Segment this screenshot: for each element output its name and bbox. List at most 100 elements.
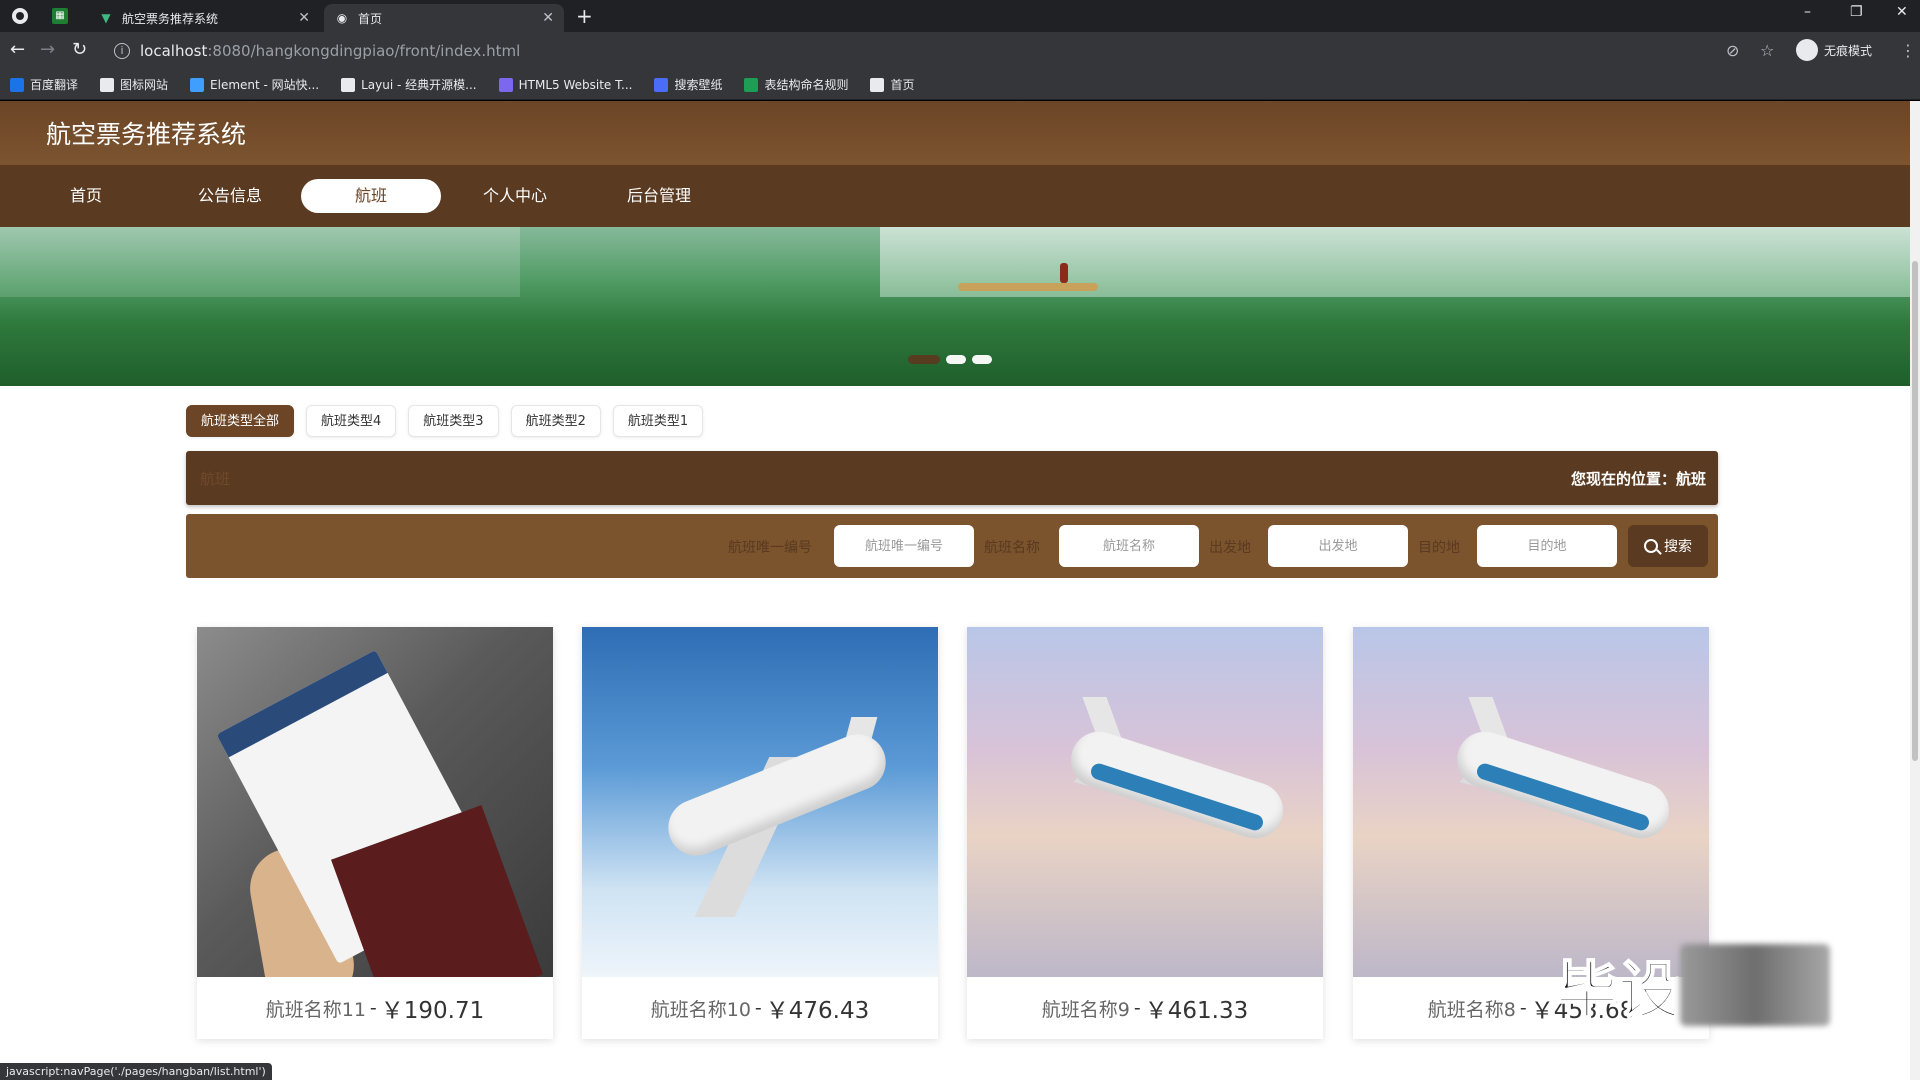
flight-card[interactable]: 航班名称11 - ￥190.71 [197, 627, 553, 1039]
type-tab-all[interactable]: 航班类型全部 [186, 405, 295, 437]
flight-name: 航班名称11 [265, 998, 366, 1021]
close-icon[interactable]: ✕ [542, 10, 554, 26]
minimize-button[interactable]: – [1804, 4, 1811, 20]
eye-off-icon[interactable]: ⊘ [1726, 41, 1739, 60]
boarding-pass-image[interactable] [197, 627, 553, 977]
separator: - [1133, 997, 1141, 1019]
bookmark-label: 图标网站 [120, 78, 169, 92]
reload-icon[interactable]: ↻ [72, 40, 87, 60]
bookmark-item[interactable]: HTML5 Website T... [498, 77, 632, 92]
bookmark-item[interactable]: 图标网站 [100, 76, 168, 93]
browser-tab-2[interactable]: ◉ 首页 ✕ [324, 4, 564, 32]
back-arrow-icon[interactable]: ← [10, 40, 25, 60]
destination-input[interactable] [1477, 525, 1617, 567]
flag-icon [100, 77, 115, 92]
star-icon[interactable]: ☆ [1760, 41, 1774, 60]
search-icon [1644, 539, 1658, 553]
card-caption: 航班名称10 - ￥476.43 [582, 977, 938, 1039]
spreadsheet-tab-icon[interactable]: ▦ [52, 8, 68, 24]
html5-icon [498, 77, 513, 92]
bookmark-label: 百度翻译 [30, 78, 79, 92]
carousel-dot[interactable] [972, 355, 992, 364]
restore-button[interactable]: ❐ [1850, 4, 1863, 20]
flight-card[interactable]: 航班名称10 - ￥476.43 [582, 627, 938, 1039]
bookmark-item[interactable]: 表结构命名规则 [744, 76, 848, 93]
separator: - [754, 997, 762, 1019]
watermark: 毕设 [1555, 940, 1831, 1030]
bookmark-item[interactable]: Element - 网站快... [190, 76, 319, 93]
flight-name-input[interactable] [1059, 525, 1199, 567]
bookmark-item[interactable]: 首页 [870, 76, 915, 93]
nav-item-flights[interactable]: 航班 [301, 179, 441, 213]
bookmarks-bar: 百度翻译 图标网站 Element - 网站快... Layui - 经典开源模...… [0, 70, 1920, 100]
airplane-image[interactable] [1353, 627, 1709, 977]
departure-label: 出发地 [1209, 540, 1251, 556]
page-scrollbar[interactable] [1910, 101, 1920, 1080]
url-host: localhost [140, 42, 208, 60]
search-button-label: 搜索 [1664, 539, 1692, 555]
type-tab-3[interactable]: 航班类型3 [408, 405, 499, 437]
bookmark-label: 搜索壁纸 [674, 78, 723, 92]
departure-input[interactable] [1268, 525, 1408, 567]
flight-name: 航班名称10 [650, 998, 751, 1021]
element-icon [190, 77, 205, 92]
destination-label: 目的地 [1418, 540, 1460, 556]
carousel-dot[interactable] [908, 355, 940, 364]
window-close-button[interactable]: ✕ [1896, 4, 1908, 20]
breadcrumb-bar: 航班 您现在的位置：航班 [186, 451, 1718, 505]
site-nav: 首页 公告信息 航班 个人中心 后台管理 [0, 165, 1910, 227]
kebab-menu-icon[interactable]: ⋮ [1900, 41, 1916, 60]
new-tab-button[interactable]: + [576, 4, 593, 28]
airplane-shape [1007, 697, 1297, 897]
airplane-shape [642, 717, 902, 917]
table-icon [744, 77, 759, 92]
flight-price: ￥476.43 [765, 998, 870, 1024]
nav-item-home[interactable]: 首页 [50, 179, 122, 213]
nav-item-notices[interactable]: 公告信息 [186, 179, 274, 213]
browser-tab-1[interactable]: ▼ 航空票务推荐系统 ✕ [88, 4, 320, 32]
nav-item-admin[interactable]: 后台管理 [614, 179, 704, 213]
flight-name: 航班名称9 [1041, 998, 1130, 1021]
url-path: :8080/hangkongdingpiao/front/index.html [207, 42, 521, 60]
address-bar[interactable]: i localhost:8080/hangkongdingpiao/front/… [106, 37, 1756, 65]
search-button[interactable]: 搜索 [1628, 525, 1708, 567]
flight-number-label: 航班唯一编号 [728, 540, 812, 556]
type-tab-2[interactable]: 航班类型2 [510, 405, 601, 437]
airplane-image[interactable] [967, 627, 1323, 977]
bookmark-label: 表结构命名规则 [764, 78, 849, 92]
layui-icon [341, 77, 356, 92]
type-tab-1[interactable]: 航班类型1 [612, 405, 704, 437]
flight-name-label: 航班名称 [984, 540, 1040, 556]
flight-type-tabs: 航班类型全部 航班类型4 航班类型3 航班类型2 航班类型1 [186, 405, 704, 437]
browser-menu-icon[interactable] [12, 8, 28, 24]
browser-toolbar: ← → ↻ i localhost:8080/hangkongdingpiao/… [0, 32, 1920, 70]
carousel-indicators [908, 355, 992, 364]
browser-tab-title: 首页 [358, 11, 383, 26]
flight-number-input[interactable] [834, 525, 974, 567]
forward-arrow-icon[interactable]: → [40, 40, 55, 60]
flight-price: ￥190.71 [380, 998, 485, 1024]
carousel-banner[interactable] [0, 227, 1910, 386]
bookmark-item[interactable]: 搜索壁纸 [654, 76, 722, 93]
airplane-shape [1393, 697, 1683, 897]
fuselage-shape [659, 725, 895, 865]
bookmark-item[interactable]: Layui - 经典开源模... [341, 76, 477, 93]
browser-tabstrip: ▦ ▼ 航空票务推荐系统 ✕ ◉ 首页 ✕ + – ❐ ✕ [0, 0, 1920, 32]
incognito-label: 无痕模式 [1824, 43, 1873, 58]
incognito-badge[interactable]: 无痕模式 [1796, 39, 1872, 61]
carousel-dot[interactable] [946, 355, 966, 364]
type-tab-4[interactable]: 航班类型4 [306, 405, 397, 437]
section-title: 航班 [200, 470, 231, 488]
site-info-icon[interactable]: i [114, 43, 130, 59]
scrollbar-thumb[interactable] [1912, 261, 1918, 761]
nav-item-profile[interactable]: 个人中心 [472, 179, 558, 213]
banner-mountains [0, 227, 520, 297]
flight-card[interactable]: 航班名称9 - ￥461.33 [967, 627, 1323, 1039]
bookmark-label: 首页 [890, 78, 915, 92]
flight-price: ￥461.33 [1144, 998, 1249, 1024]
airplane-image[interactable] [582, 627, 938, 977]
boatman-image [1060, 263, 1068, 283]
bookmark-item[interactable]: 百度翻译 [10, 76, 78, 93]
wallpaper-icon [654, 77, 669, 92]
close-icon[interactable]: ✕ [298, 10, 310, 26]
